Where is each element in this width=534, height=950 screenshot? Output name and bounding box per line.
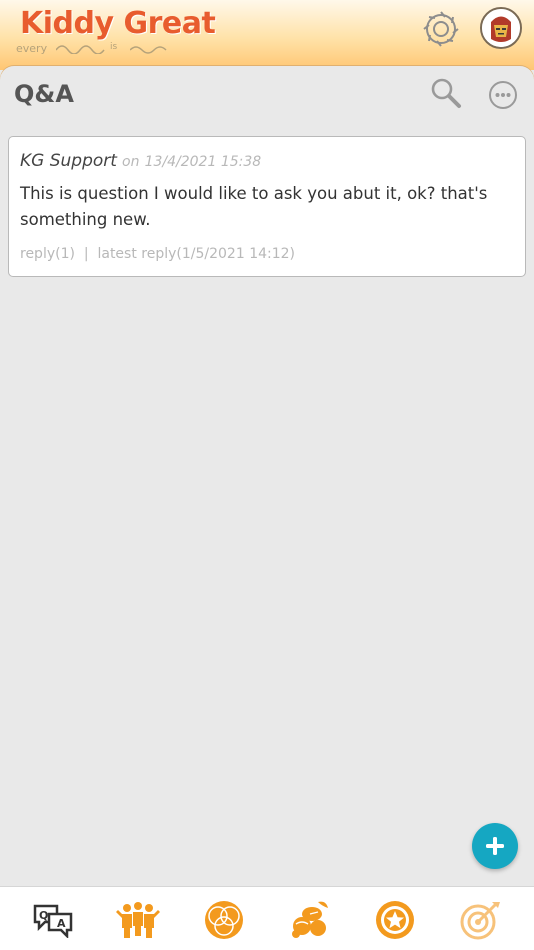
plus-icon	[486, 837, 504, 855]
more-icon	[489, 81, 517, 109]
question-card[interactable]: KG Support on 13/4/2021 15:38 This is qu…	[8, 136, 526, 277]
community-icon	[116, 902, 160, 938]
question-date: 13/4/2021 15:38	[144, 154, 262, 170]
target-icon	[460, 902, 500, 940]
more-options-button[interactable]	[486, 78, 520, 112]
nav-item-community[interactable]	[115, 897, 161, 943]
logo-tag-is: is	[110, 42, 118, 52]
svg-text:Q: Q	[39, 909, 48, 922]
question-body: This is question I would like to ask you…	[20, 184, 488, 229]
fruit-basket-icon	[292, 901, 328, 938]
add-question-button[interactable]	[472, 823, 518, 869]
question-on-label: on	[122, 154, 140, 170]
logo-wave-icon	[130, 46, 167, 54]
app-header: Kiddy Great every is	[0, 0, 534, 70]
app-logo: Kiddy Great every is	[16, 6, 220, 56]
gear-icon	[423, 11, 459, 47]
question-author[interactable]: KG Support	[20, 151, 117, 171]
avatar[interactable]	[480, 7, 522, 49]
svg-text:A: A	[57, 917, 66, 930]
question-header: KG Support on 13/4/2021 15:38	[20, 151, 261, 171]
nav-item-globe[interactable]	[201, 897, 247, 943]
logo-tag-every: every	[16, 42, 48, 55]
nav-item-qa[interactable]: Q A	[30, 897, 76, 943]
nav-item-fruits[interactable]	[287, 897, 333, 943]
qa-chat-icon: Q A	[33, 904, 73, 938]
nav-item-target[interactable]	[457, 897, 503, 943]
logo-wave-icon	[56, 45, 105, 54]
star-badge-icon	[376, 901, 414, 939]
question-reply-info[interactable]: reply(1) | latest reply(1/5/2021 14:12)	[20, 246, 295, 262]
nav-item-badge[interactable]	[372, 897, 418, 943]
search-icon	[431, 78, 461, 108]
logo-title: Kiddy Great	[20, 6, 216, 41]
avatar-icon	[482, 9, 520, 47]
globe-icon	[205, 901, 243, 939]
settings-button[interactable]	[420, 8, 462, 50]
search-button[interactable]	[429, 76, 463, 110]
bottom-nav: Q A	[0, 886, 534, 950]
page-title: Q&A	[14, 80, 74, 108]
